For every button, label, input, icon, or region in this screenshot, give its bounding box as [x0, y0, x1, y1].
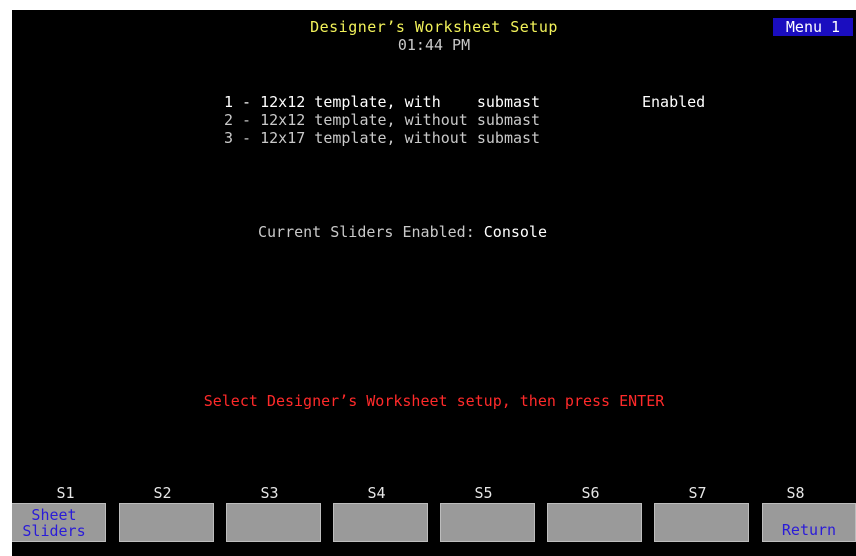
softkey-label-s1: S1	[56, 484, 75, 502]
softkey-s4[interactable]	[333, 503, 428, 542]
sliders-status: Current Sliders Enabled: Console	[258, 223, 547, 241]
screenshot: Designer’s Worksheet Setup 01:44 PM Menu…	[0, 0, 856, 556]
softkey-s1-text: Sheet Sliders	[22, 506, 86, 540]
softkey-s6[interactable]	[547, 503, 642, 542]
option-3[interactable]: 3 - 12x17 template, without submast	[224, 129, 540, 147]
softkey-label-s7: S7	[688, 484, 707, 502]
softkey-s1-sheet-sliders[interactable]: Sheet Sliders	[12, 503, 106, 542]
menu-badge: Menu 1	[773, 18, 853, 36]
console-display: Designer’s Worksheet Setup 01:44 PM Menu…	[12, 10, 856, 556]
option-1[interactable]: 1 - 12x12 template, with submast	[224, 93, 540, 111]
softkey-label-s4: S4	[367, 484, 386, 502]
sliders-label: Current Sliders Enabled:	[258, 223, 475, 241]
softkey-s8-return[interactable]: Return	[762, 503, 856, 542]
instruction-prompt: Select Designer’s Worksheet setup, then …	[203, 392, 665, 410]
softkey-s7[interactable]	[654, 503, 749, 542]
softkey-s8-text: Return	[781, 521, 837, 539]
softkey-label-s2: S2	[153, 484, 172, 502]
softkey-s3[interactable]	[226, 503, 321, 542]
softkey-label-s5: S5	[474, 484, 493, 502]
softkey-label-s8: S8	[786, 484, 805, 502]
softkey-s2[interactable]	[119, 503, 214, 542]
sliders-value: Console	[483, 223, 547, 241]
option-1-status: Enabled	[642, 93, 706, 111]
softkey-s5[interactable]	[440, 503, 535, 542]
clock: 01:44 PM	[397, 36, 471, 54]
softkey-label-s3: S3	[260, 484, 279, 502]
option-2[interactable]: 2 - 12x12 template, without submast	[224, 111, 540, 129]
softkey-label-s6: S6	[581, 484, 600, 502]
page-title: Designer’s Worksheet Setup	[310, 18, 558, 36]
